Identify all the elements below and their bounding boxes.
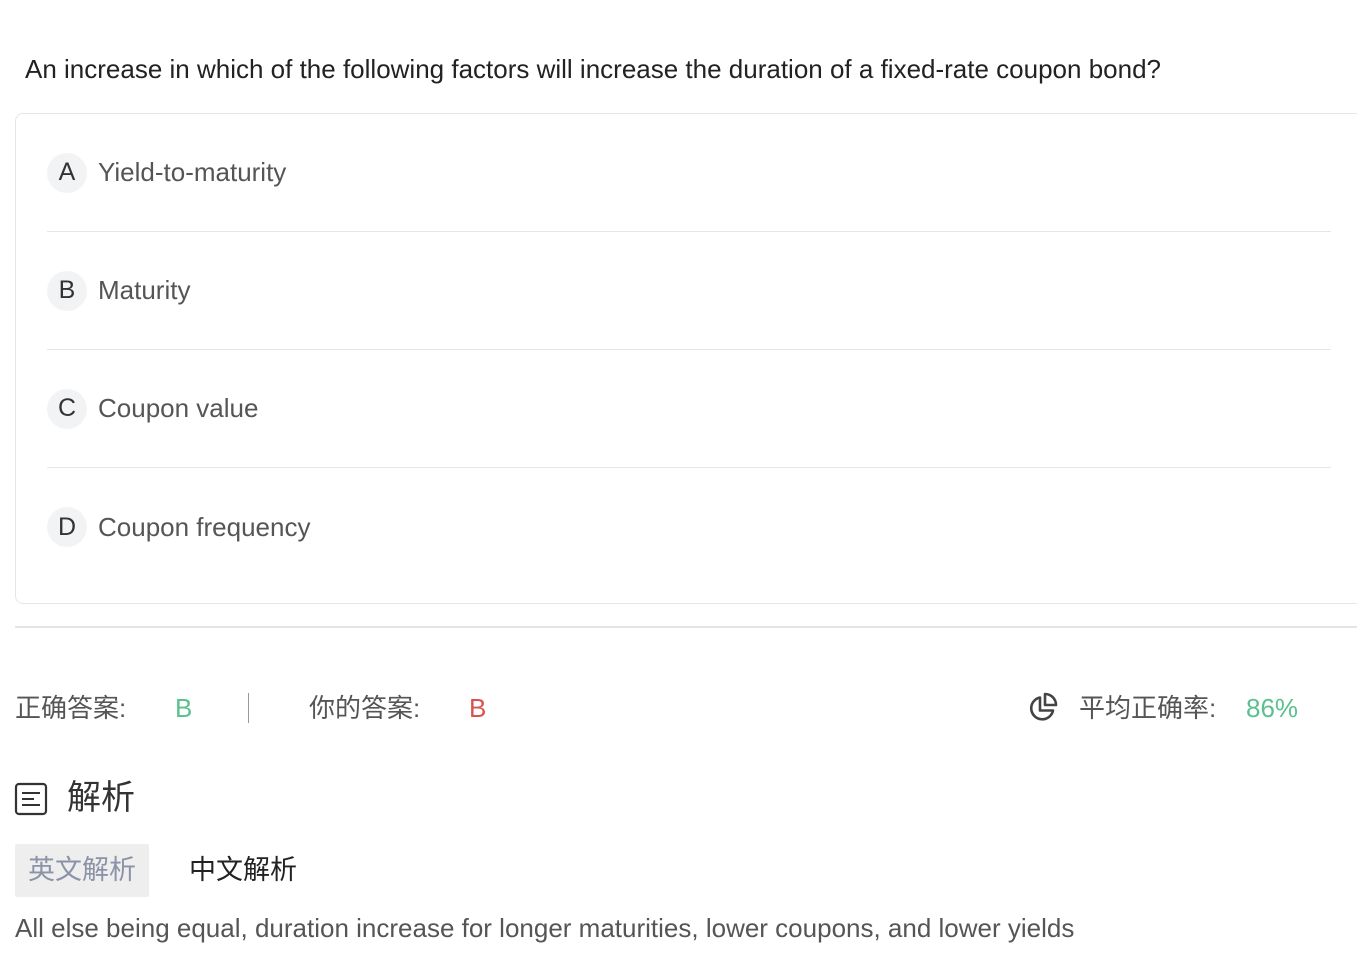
average-accuracy-value: 86% bbox=[1246, 693, 1299, 723]
correct-answer-label: 正确答案: bbox=[15, 693, 127, 723]
option-b[interactable]: B Maturity bbox=[47, 232, 1331, 350]
option-letter-c: C bbox=[47, 388, 87, 429]
option-c[interactable]: C Coupon value bbox=[47, 350, 1331, 468]
section-divider bbox=[15, 626, 1357, 628]
your-answer-value: B bbox=[469, 693, 487, 723]
option-letter-b: B bbox=[47, 270, 87, 311]
option-text-b: Maturity bbox=[98, 275, 191, 305]
option-d[interactable]: D Coupon frequency bbox=[47, 468, 1331, 586]
option-letter-a: A bbox=[47, 152, 87, 193]
question-text: An increase in which of the following fa… bbox=[25, 54, 1161, 84]
option-text-d: Coupon frequency bbox=[98, 511, 311, 542]
option-letter-d: D bbox=[47, 507, 87, 547]
analysis-text: All else being equal, duration increase … bbox=[15, 913, 1075, 943]
average-accuracy-label: 平均正确率: bbox=[1079, 693, 1217, 723]
options-card: A Yield-to-maturity B Maturity C Coupon … bbox=[15, 113, 1357, 604]
pie-chart-icon bbox=[1029, 692, 1058, 721]
tab-english-analysis[interactable]: 英文解析 bbox=[15, 844, 149, 897]
tab-chinese-analysis[interactable]: 中文解析 bbox=[189, 844, 297, 897]
option-a[interactable]: A Yield-to-maturity bbox=[47, 114, 1331, 232]
option-text-c: Coupon value bbox=[98, 393, 259, 423]
analysis-title: 解析 bbox=[67, 779, 135, 817]
correct-answer-value: B bbox=[175, 693, 193, 723]
answer-separator bbox=[248, 693, 249, 723]
document-lines-icon bbox=[14, 782, 48, 816]
your-answer-label: 你的答案: bbox=[309, 693, 421, 723]
option-text-a: Yield-to-maturity bbox=[98, 157, 287, 187]
